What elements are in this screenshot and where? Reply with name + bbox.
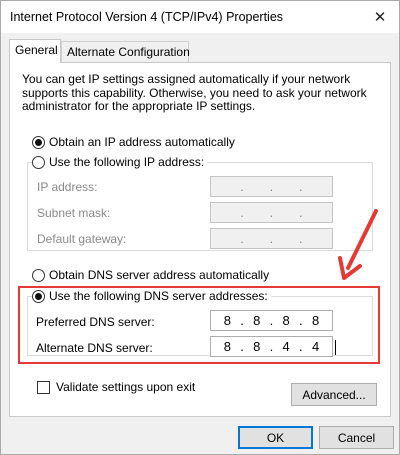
ip-address-label: IP address: <box>37 180 98 194</box>
subnet-mask-label: Subnet mask: <box>37 206 111 220</box>
radio-indicator <box>32 268 45 282</box>
radio-indicator <box>32 135 45 149</box>
cancel-button[interactable]: Cancel <box>319 426 394 449</box>
ip-address-input[interactable]: ... <box>210 176 333 197</box>
title-bar: Internet Protocol Version 4 (TCP/IPv4) P… <box>1 1 399 33</box>
dns-highlight-box <box>18 286 380 364</box>
obtain-ip-auto-label: Obtain an IP address automatically <box>49 135 235 149</box>
validate-settings-checkbox[interactable]: Validate settings upon exit <box>37 380 195 394</box>
default-gateway-label: Default gateway: <box>37 232 127 246</box>
ok-button[interactable]: OK <box>238 426 313 449</box>
window-title: Internet Protocol Version 4 (TCP/IPv4) P… <box>10 10 284 24</box>
tab-general[interactable]: General <box>9 39 61 63</box>
dialog-window: Internet Protocol Version 4 (TCP/IPv4) P… <box>0 0 400 455</box>
radio-indicator <box>32 155 45 169</box>
subnet-mask-input[interactable]: ... <box>210 202 333 223</box>
tab-alternate-configuration[interactable]: Alternate Configuration <box>61 41 190 62</box>
use-following-ip-label: Use the following IP address: <box>49 155 205 169</box>
validate-settings-label: Validate settings upon exit <box>56 380 196 394</box>
intro-text: You can get IP settings assigned automat… <box>22 72 367 113</box>
obtain-ip-auto-radio[interactable]: Obtain an IP address automatically <box>32 135 235 149</box>
close-icon: ✕ <box>373 9 387 26</box>
close-button[interactable]: ✕ <box>367 5 393 29</box>
arrow-annotation-icon <box>338 209 378 280</box>
checkbox-indicator <box>37 380 50 394</box>
use-following-ip-radio[interactable]: Use the following IP address: <box>32 155 208 169</box>
obtain-dns-auto-label: Obtain DNS server address automatically <box>49 268 270 282</box>
obtain-dns-auto-radio[interactable]: Obtain DNS server address automatically <box>32 268 269 282</box>
advanced-button[interactable]: Advanced... <box>291 383 377 406</box>
default-gateway-input[interactable]: ... <box>210 228 333 249</box>
